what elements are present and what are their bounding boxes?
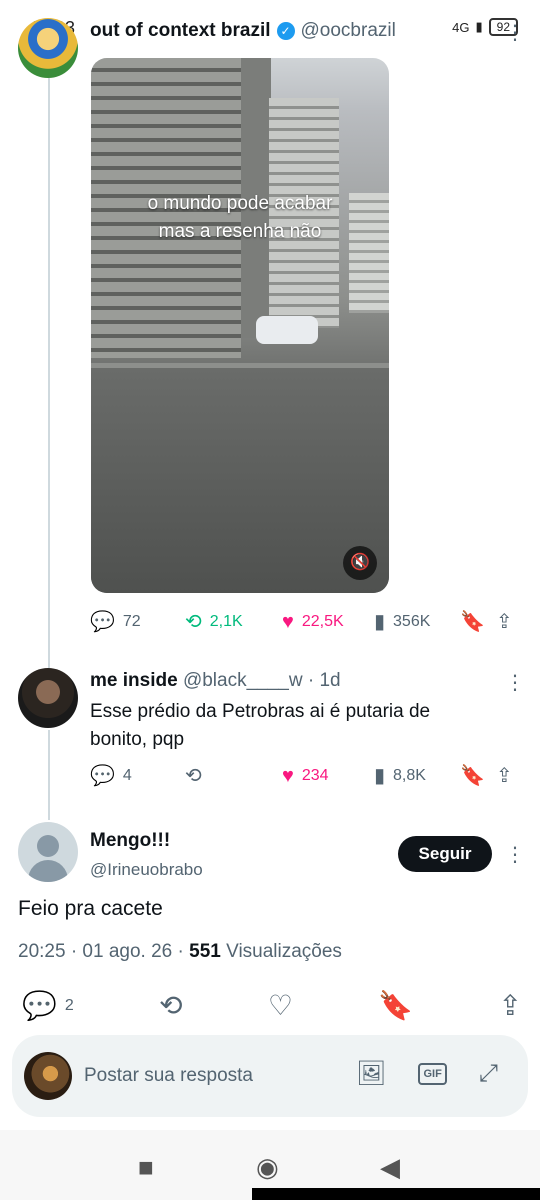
video-frame-car [256, 316, 318, 344]
share-button[interactable]: ⇪ [496, 766, 513, 786]
reply-icon: 💬 [90, 765, 115, 787]
reply-author-row[interactable]: me inside @black____w · 1d [90, 670, 341, 692]
my-avatar [24, 1052, 72, 1100]
caption-line: o mundo pode acabar [147, 193, 333, 214]
more-options-icon[interactable]: ⋮ [505, 670, 525, 695]
network-label: 4G [452, 19, 470, 35]
back-icon[interactable]: ◀ [380, 1152, 400, 1183]
bookmark-icon: 🔖 [378, 990, 414, 1021]
video-player[interactable]: o mundo pode acabar mas a resenha não 🔇 [91, 58, 389, 593]
reply-button[interactable]: 💬 72 [90, 612, 185, 632]
author-handle[interactable]: @oocbrazil [301, 20, 396, 42]
tweet-author-row[interactable]: out of context brazil ✓ @oocbrazil [90, 20, 396, 42]
chart-icon: ▮ [374, 611, 386, 633]
main-author-name[interactable]: Mengo!!! [90, 830, 170, 852]
tweet-meta: 20:25 · 01 ago. 26 · 551 Visualizações [18, 941, 342, 963]
share-icon: ⇪ [498, 990, 522, 1021]
reply-composer[interactable]: Postar sua resposta 🖼 GIF ⤢ [12, 1035, 528, 1117]
bookmark-button[interactable]: 🔖 [460, 766, 496, 786]
bookmark-icon: 🔖 [460, 611, 485, 633]
default-avatar[interactable] [18, 822, 78, 882]
views-button[interactable]: ▮ 8,8K [374, 766, 460, 786]
share-button[interactable]: ⇪ [498, 992, 521, 1020]
main-author-handle[interactable]: @Irineuobrabo [90, 860, 203, 880]
heart-icon: ♥ [282, 765, 294, 787]
reply-text: Esse prédio da Petrobras ai é putaria de… [90, 701, 431, 750]
like-count: 22,5K [301, 613, 344, 630]
image-icon[interactable]: 🖼 [356, 1059, 386, 1088]
signal-icon: ▮ [475, 19, 483, 34]
like-count: 234 [301, 767, 329, 784]
author-name[interactable]: out of context brazil [90, 20, 271, 42]
reply-time: 1d [319, 670, 341, 691]
views-count: 8,8K [393, 767, 426, 784]
retweet-button[interactable]: ⟲ [159, 992, 182, 1020]
retweet-button[interactable]: ⟲ [185, 766, 282, 786]
expand-icon[interactable]: ⤢ [479, 1060, 498, 1088]
views-label: Visualizações [226, 941, 342, 962]
home-icon[interactable]: ◉ [256, 1152, 279, 1183]
tweet-actions: 💬 72 ⟲ 2,1K ♥ 22,5K ▮ 356K 🔖 ⇪ [90, 612, 520, 632]
reply-count: 4 [122, 767, 132, 784]
reply-count: 2 [64, 997, 74, 1014]
bookmark-button[interactable]: 🔖 [378, 992, 413, 1020]
views-button[interactable]: ▮ 356K [374, 612, 460, 632]
thread-line [48, 730, 50, 820]
reply-actions: 💬 4 ⟲ ♥ 234 ▮ 8,8K 🔖 ⇪ [90, 766, 520, 786]
mute-icon[interactable]: 🔇 [343, 546, 377, 580]
reply-input[interactable]: Postar sua resposta [84, 1065, 253, 1087]
bookmark-button[interactable]: 🔖 [460, 612, 496, 632]
more-options-icon[interactable]: ⋮ [505, 842, 525, 867]
thread-line [48, 78, 50, 668]
views-count: 551 [189, 941, 221, 962]
retweet-count: 2,1K [209, 613, 243, 630]
avatar[interactable] [18, 668, 78, 728]
follow-button[interactable]: Seguir [398, 836, 492, 872]
share-icon: ⇪ [496, 765, 513, 787]
recent-apps-icon[interactable]: ■ [138, 1152, 154, 1183]
caption-line: mas a resenha não [158, 221, 322, 242]
chart-icon: ▮ [374, 765, 386, 787]
reply-author-handle[interactable]: @black____w [183, 670, 303, 691]
gif-icon[interactable]: GIF [418, 1062, 447, 1085]
reply-count: 72 [122, 613, 141, 630]
avatar-head-shape [37, 835, 59, 857]
reply-icon: 💬 [22, 990, 57, 1021]
retweet-button[interactable]: ⟲ 2,1K [185, 612, 282, 632]
share-button[interactable]: ⇪ [496, 612, 513, 632]
avatar[interactable] [18, 18, 78, 78]
like-button[interactable]: ♡ [268, 992, 293, 1020]
video-caption: o mundo pode acabar mas a resenha não [91, 190, 389, 246]
more-options-icon[interactable]: ⋮ [505, 20, 525, 45]
views-count: 356K [393, 613, 431, 630]
main-tweet-text: Feio pra cacete [18, 897, 163, 920]
bottom-strip [252, 1188, 540, 1200]
bookmark-icon: 🔖 [460, 765, 485, 787]
retweet-icon: ⟲ [185, 611, 202, 633]
verified-icon: ✓ [276, 22, 295, 40]
main-tweet-actions: 💬 2 ⟲ ♡ 🔖 ⇪ [22, 992, 522, 1020]
retweet-icon: ⟲ [185, 765, 202, 787]
heart-icon: ♥ [282, 611, 294, 633]
tweet-timestamp: 20:25 · 01 ago. 26 · [18, 941, 184, 962]
like-button[interactable]: ♥ 234 [282, 766, 374, 786]
reply-button[interactable]: 💬 2 [22, 992, 74, 1020]
like-button[interactable]: ♥ 22,5K [282, 612, 374, 632]
heart-outline-icon: ♡ [267, 990, 293, 1021]
share-icon: ⇪ [496, 611, 513, 633]
avatar-body-shape [28, 860, 68, 882]
reply-author-name[interactable]: me inside [90, 670, 178, 691]
retweet-icon: ⟲ [159, 990, 183, 1021]
separator: · [307, 670, 315, 691]
composer-icons: 🖼 GIF ⤢ [356, 1059, 498, 1088]
reply-button[interactable]: 💬 4 [90, 766, 185, 786]
reply-icon: 💬 [90, 611, 115, 633]
